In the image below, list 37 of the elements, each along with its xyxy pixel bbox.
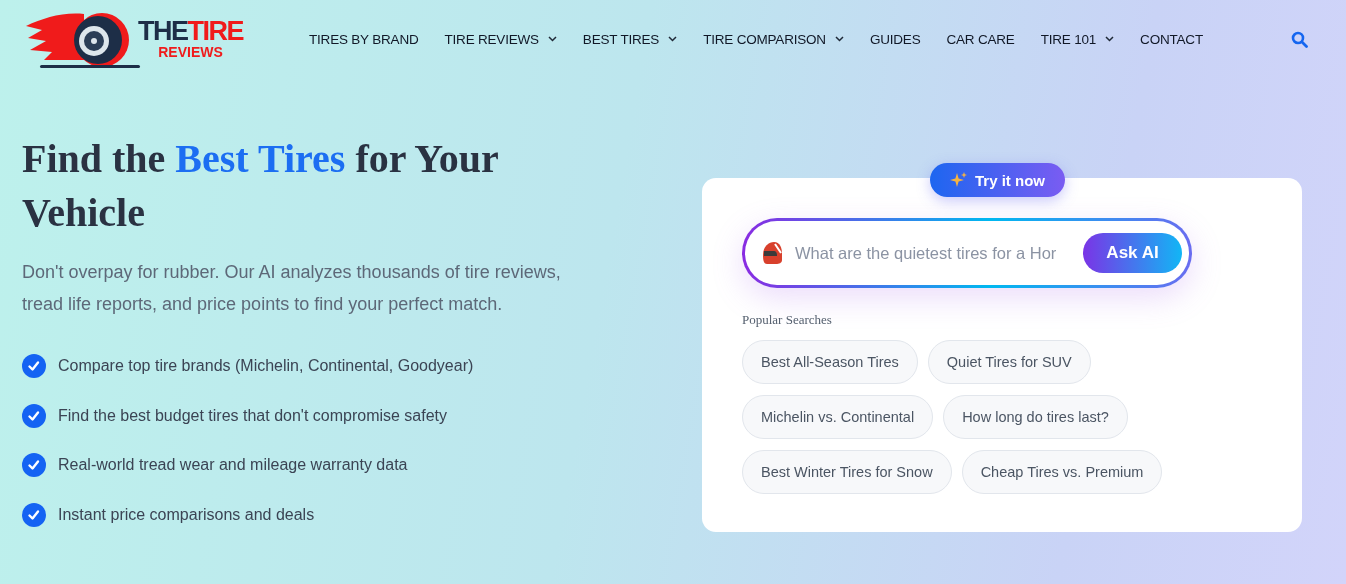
logo-word: THE <box>138 15 188 46</box>
feature-text: Real-world tread wear and mileage warranty data <box>58 456 408 474</box>
intro-text: Don't overpay for rubber. Our AI analyzes thousands of tire reviews, tread life reports, and price points to find your perfect match. <box>22 261 562 316</box>
caret-icon <box>834 36 844 42</box>
ask-field[interactable]: What are the quietest tires for a Hor Ask AI <box>742 218 1192 288</box>
helmet-icon <box>761 241 783 265</box>
popular-searches-title: Popular Searches <box>742 312 833 328</box>
try-badge[interactable]: Try it now <box>930 163 1065 197</box>
logo-word: TIRE <box>187 15 243 46</box>
search-chip[interactable]: How long do tires last? <box>943 395 1128 439</box>
nav-link[interactable]: GUIDES <box>856 31 934 47</box>
search-chip[interactable]: Michelin vs. Continental <box>742 395 934 439</box>
check-icon <box>22 403 46 428</box>
ask-ai-button[interactable]: Ask AI <box>1083 233 1182 273</box>
search-chip[interactable]: Quiet Tires for SUV <box>927 340 1091 384</box>
check-icon <box>22 502 46 527</box>
caret-icon <box>668 36 678 42</box>
logo-subtitle: REVIEWS <box>158 44 223 61</box>
nav-link[interactable]: TIRE 101 <box>1027 31 1128 47</box>
feature-text: Find the best budget tires that don't compromise safety <box>58 406 448 425</box>
check-icon <box>22 453 46 477</box>
nav-link[interactable]: TIRE REVIEWS <box>431 31 570 47</box>
check-icon <box>22 354 46 378</box>
headline: Find the Best Tires for Your Vehicle <box>22 135 499 237</box>
caret-icon <box>547 36 557 42</box>
feature-text: Instant price comparisons and deals <box>58 505 315 524</box>
nav-link[interactable]: TIRES BY BRAND <box>296 31 432 47</box>
nav-link[interactable]: CONTACT <box>1127 31 1216 47</box>
caret-icon <box>1105 36 1115 42</box>
search-chip[interactable]: Best Winter Tires for Snow <box>742 450 952 494</box>
search-chip[interactable]: Cheap Tires vs. Premium <box>961 450 1163 494</box>
nav-link[interactable]: BEST TIRES <box>569 31 691 47</box>
nav-link[interactable]: CAR CARE <box>933 31 1028 47</box>
search-icon[interactable] <box>1291 30 1308 48</box>
feature-text: Compare top tire brands (Michelin, Continental, Goodyear) <box>58 357 474 375</box>
nav-link[interactable]: TIRE COMPARISON <box>690 31 857 47</box>
search-chip[interactable]: Best All-Season Tires <box>742 340 918 384</box>
